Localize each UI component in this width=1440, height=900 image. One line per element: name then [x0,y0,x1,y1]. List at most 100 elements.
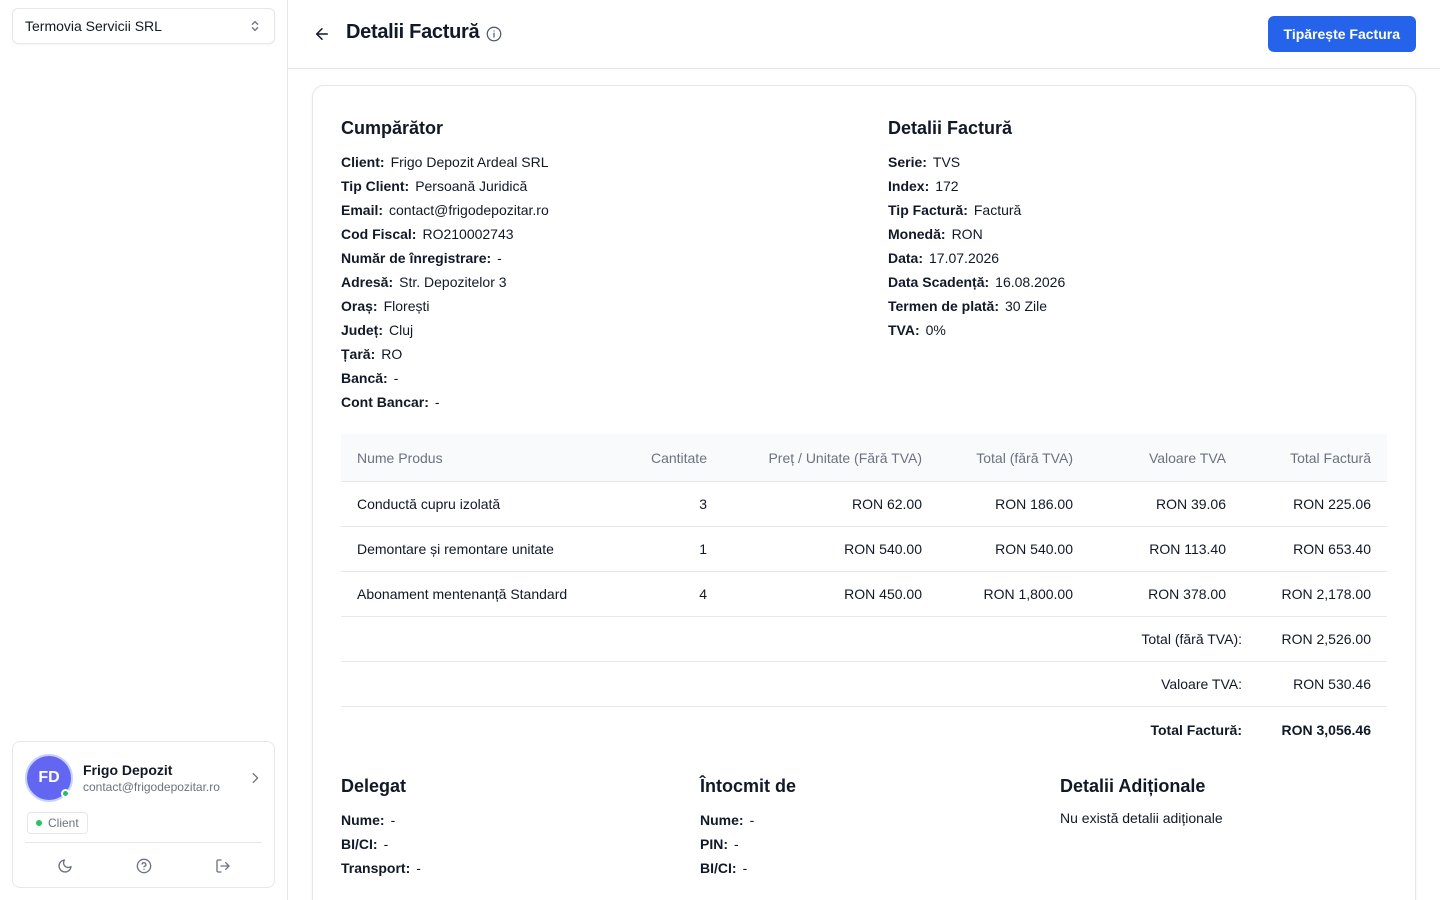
invoice-card: Cumpărător Client: Frigo Depozit Ardeal S… [312,85,1416,900]
moon-icon [57,858,72,873]
logout-button[interactable] [209,852,237,880]
field-row: Nume: - [700,812,754,828]
field-value: - [749,812,755,828]
issuer-section-title: Întocmit de [700,776,797,796]
field-row: Tip Client: Persoană Juridică [341,178,527,194]
col-header-invoice-total: Total Factură [1290,449,1371,466]
company-selector[interactable]: Termovia Servicii SRL [12,8,275,44]
field-label: Tip Client: [341,178,410,194]
cell-unit-price: RON 450.00 [844,586,922,602]
field-label: Număr de înregistrare: [341,250,492,266]
avatar-initials: FD [38,769,60,786]
col-header-vat: Valoare TVA [1148,449,1226,466]
field-value: - [393,370,399,386]
field-value: RO210002743 [422,226,514,242]
col-header-quantity: Cantitate [650,449,707,466]
online-status-dot [61,789,70,798]
col-header-total-no-vat: Total (fără TVA) [976,449,1073,466]
summary-row-total: Total Factură: RON 3,056.46 [341,707,1387,752]
field-row: Data: 17.07.2026 [888,250,999,266]
cell-invoice-total: RON 2,178.00 [1281,586,1372,602]
col-header-unit-price: Preț / Unitate (Fără TVA) [768,449,922,466]
chevron-up-down-icon [251,20,259,32]
field-label: Bancă: [341,370,388,386]
user-card-actions [25,842,262,888]
field-label: Monedă: [888,226,946,242]
cell-product: Conductă cupru izolată [357,496,501,512]
field-row: Tip Factură: Factură [888,202,1021,218]
print-invoice-button[interactable]: Tipărește Factura [1267,16,1416,52]
field-row: Cod Fiscal: RO210002743 [341,226,514,242]
cell-total-no-vat: RON 186.00 [995,496,1073,512]
user-profile-link[interactable]: FD Frigo Depozit contact@frigodepozitar.… [25,754,262,802]
info-icon[interactable] [485,25,503,43]
field-label: Cod Fiscal: [341,226,417,242]
field-value: 17.07.2026 [929,250,1000,266]
logout-icon [215,858,230,873]
theme-toggle-button[interactable] [51,852,79,880]
field-label: Email: [341,202,384,218]
field-label: Index: [888,178,930,194]
additional-section-title: Detalii Adiționale [1060,776,1206,796]
cell-vat: RON 113.40 [1149,541,1226,557]
field-value: Factură [973,202,1022,218]
cell-vat: RON 378.00 [1148,586,1226,602]
field-value: - [434,394,440,410]
field-label: Nume: [700,812,744,828]
field-label: Județ: [341,322,383,338]
cell-quantity: 1 [699,541,707,557]
field-label: Data: [888,250,924,266]
field-label: Adresă: [341,274,394,290]
avatar: FD [25,754,73,802]
page-title: Detalii Factură [346,21,480,43]
summary-label: Total (fără TVA): [1141,631,1242,647]
field-value: contact@frigodepozitar.ro [389,202,549,218]
arrow-left-icon [316,28,328,40]
field-value: 16.08.2026 [995,274,1066,290]
field-row: Client: Frigo Depozit Ardeal SRL [341,154,549,170]
field-value: - [742,860,748,876]
field-row: BI/CI: - [341,836,388,852]
field-value: - [390,812,396,828]
cell-vat: RON 39.06 [1155,496,1226,512]
field-label: Nume: [341,812,385,828]
field-row: Număr de înregistrare: - [341,250,502,266]
cell-invoice-total: RON 225.06 [1293,496,1371,512]
field-label: Data Scadență: [888,274,990,290]
buyer-section-title: Cumpărător [341,118,444,138]
field-value: Frigo Depozit Ardeal SRL [390,154,549,170]
help-circle-icon [136,858,151,873]
field-row: TVA: 0% [888,322,946,338]
field-value: Str. Depozitelor 3 [399,274,507,290]
field-label: TVA: [888,322,920,338]
cell-unit-price: RON 62.00 [851,496,922,512]
field-value: Persoană Juridică [415,178,528,194]
field-label: Serie: [888,154,927,170]
field-value: TVS [932,154,961,170]
field-value: - [734,836,739,852]
status-dot [36,820,42,826]
role-badge: Client [27,812,88,834]
field-value: Florești [383,298,430,314]
summary-label: Total Factură: [1150,721,1242,738]
field-row: Transport: - [341,860,421,876]
field-row: Email: contact@frigodepozitar.ro [341,202,549,218]
summary-value: RON 530.46 [1293,676,1371,692]
field-value: 172 [935,178,959,194]
field-row: Bancă: - [341,370,398,386]
field-row: Adresă: Str. Depozitelor 3 [341,274,507,290]
user-name: Frigo Depozit [83,762,173,778]
field-value: - [416,860,421,876]
field-label: Client: [341,154,385,170]
invoice-details-title: Detalii Factură [888,118,1013,138]
field-label: Termen de plată: [888,298,999,314]
field-row: Termen de plată: 30 Zile [888,298,1047,314]
cell-quantity: 4 [699,586,707,602]
page-header: Detalii Factură Tipărește Factura [288,0,1440,69]
summary-row-subtotal: Total (fără TVA): RON 2,526.00 [341,617,1387,662]
cell-total-no-vat: RON 1,800.00 [983,586,1074,602]
help-button[interactable] [130,852,158,880]
cell-unit-price: RON 540.00 [844,541,922,557]
field-label: BI/CI: [341,836,378,852]
back-button[interactable] [310,22,334,46]
